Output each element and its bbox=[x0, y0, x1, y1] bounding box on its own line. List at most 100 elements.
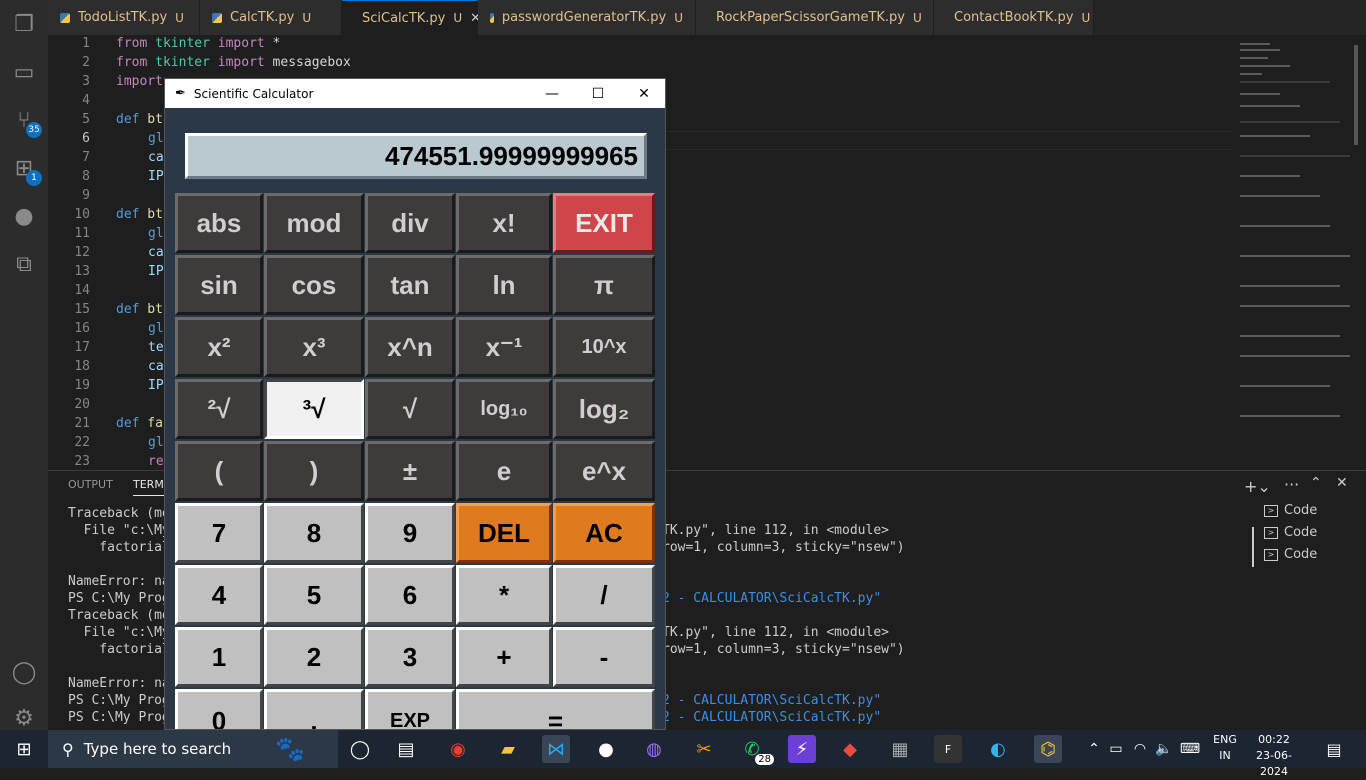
divide-button[interactable]: / bbox=[553, 565, 655, 625]
multiply-button[interactable]: * bbox=[456, 565, 552, 625]
abs-button[interactable]: abs bbox=[175, 193, 263, 253]
all-clear-button[interactable]: AC bbox=[553, 503, 655, 563]
task-manager-icon[interactable]: ▦ bbox=[886, 735, 914, 763]
digit-1-button[interactable]: 1 bbox=[175, 627, 263, 687]
subtract-button[interactable]: - bbox=[553, 627, 655, 687]
window-titlebar[interactable]: ✒ Scientific Calculator — ☐ ✕ bbox=[165, 79, 665, 108]
close-icon[interactable]: ✕ bbox=[621, 79, 665, 108]
maximize-icon[interactable]: ☐ bbox=[575, 79, 621, 108]
digit-0-button[interactable]: 0 bbox=[175, 689, 263, 729]
equals-button[interactable]: = bbox=[456, 689, 655, 729]
sin-button[interactable]: sin bbox=[175, 255, 263, 315]
task-view-icon[interactable]: ▤ bbox=[392, 735, 420, 763]
line-number: 19 bbox=[74, 378, 90, 393]
e-button[interactable]: e bbox=[456, 441, 552, 501]
tab-terminal[interactable]: TERMI bbox=[133, 478, 168, 496]
app-icon[interactable]: ✂ bbox=[690, 735, 718, 763]
volume-icon[interactable]: 🔈 bbox=[1150, 735, 1178, 763]
exp-button[interactable]: EXP bbox=[365, 689, 455, 729]
search-placeholder: Type here to search bbox=[83, 740, 232, 758]
terminal-list-item[interactable]: > Code bbox=[1264, 503, 1317, 518]
square-button[interactable]: x² bbox=[175, 317, 263, 377]
ten-power-button[interactable]: 10^x bbox=[553, 317, 655, 377]
remote-explorer-icon[interactable]: ▭ bbox=[8, 56, 40, 88]
digit-7-button[interactable]: 7 bbox=[175, 503, 263, 563]
tab-scicalc[interactable]: SciCalcTK.py U ✕ bbox=[342, 0, 481, 35]
file-explorer-icon[interactable]: ▰ bbox=[494, 735, 522, 763]
cos-button[interactable]: cos bbox=[264, 255, 364, 315]
e-power-button[interactable]: e^x bbox=[553, 441, 655, 501]
whatsapp-icon[interactable]: ✆ 28 bbox=[738, 735, 774, 765]
taskbar-search-box[interactable]: ⚲ Type here to search 🐾 bbox=[48, 730, 338, 768]
code-line: te bbox=[148, 340, 164, 355]
square-root-button[interactable]: ²√ bbox=[175, 379, 263, 439]
docker-icon[interactable]: ⧉ bbox=[8, 248, 40, 280]
digit-2-button[interactable]: 2 bbox=[264, 627, 364, 687]
cube-root-button[interactable]: ³√ bbox=[264, 379, 364, 439]
factorial-button[interactable]: x! bbox=[456, 193, 552, 253]
tab-rock-paper-scissor[interactable]: RockPaperScissorGameTK.py U bbox=[696, 0, 934, 35]
vscode-icon[interactable]: ⋈ bbox=[542, 735, 570, 763]
root-button[interactable]: √ bbox=[365, 379, 455, 439]
add-button[interactable]: + bbox=[456, 627, 552, 687]
log2-button[interactable]: log₂ bbox=[553, 379, 655, 439]
more-actions-icon[interactable]: ··· bbox=[1284, 475, 1299, 494]
digit-8-button[interactable]: 8 bbox=[264, 503, 364, 563]
power-automate-icon[interactable]: ⚡ bbox=[788, 735, 816, 763]
edge-icon[interactable]: ◐ bbox=[984, 735, 1012, 763]
open-paren-button[interactable]: ( bbox=[175, 441, 263, 501]
tab-calc[interactable]: CalcTK.py U bbox=[200, 0, 342, 35]
app-f-icon[interactable]: F bbox=[934, 735, 962, 763]
calculator-display[interactable]: 474551.99999999965 bbox=[185, 133, 647, 179]
account-icon[interactable]: ◯ bbox=[8, 656, 40, 688]
github-icon[interactable]: ◍ bbox=[640, 735, 668, 763]
tab-todolist[interactable]: TodoListTK.py U bbox=[48, 0, 200, 35]
plus-minus-button[interactable]: ± bbox=[365, 441, 455, 501]
github-icon[interactable]: ● bbox=[8, 200, 40, 232]
pi-button[interactable]: π bbox=[553, 255, 655, 315]
source-control-icon[interactable]: ⑂ 35 bbox=[8, 104, 42, 138]
decimal-button[interactable]: . bbox=[264, 689, 364, 729]
extensions-icon[interactable]: ⊞ 1 bbox=[8, 152, 42, 186]
div-button[interactable]: div bbox=[365, 193, 455, 253]
maximize-panel-icon[interactable]: ⌃ bbox=[1310, 475, 1322, 491]
tan-button[interactable]: tan bbox=[365, 255, 455, 315]
terminal-line: PS C:\My Progr bbox=[68, 710, 178, 725]
terminal-list-item[interactable]: > Code bbox=[1264, 525, 1317, 540]
digit-6-button[interactable]: 6 bbox=[365, 565, 455, 625]
cortana-icon[interactable]: ◯ bbox=[346, 735, 374, 763]
power-button[interactable]: x^n bbox=[365, 317, 455, 377]
exit-button[interactable]: EXIT bbox=[553, 193, 655, 253]
minimap[interactable] bbox=[1236, 35, 1358, 465]
language-indicator[interactable]: ENG IN bbox=[1208, 732, 1242, 764]
chrome-icon[interactable]: ◉ bbox=[444, 735, 472, 763]
tab-contact-book[interactable]: ContactBookTK.py U bbox=[934, 0, 1094, 35]
delete-button[interactable]: DEL bbox=[456, 503, 552, 563]
close-paren-button[interactable]: ) bbox=[264, 441, 364, 501]
python-icon[interactable]: ⌬ bbox=[1034, 735, 1062, 763]
notifications-icon[interactable]: ▤ bbox=[1320, 735, 1348, 763]
close-panel-icon[interactable]: ✕ bbox=[1336, 475, 1348, 491]
github-desktop-icon[interactable]: ● bbox=[592, 735, 620, 763]
clock[interactable]: 00:22 23-06-2024 bbox=[1250, 732, 1298, 780]
ln-button[interactable]: ln bbox=[456, 255, 552, 315]
explorer-icon[interactable]: ❐ bbox=[8, 8, 40, 40]
keyboard-icon[interactable]: ⌨ bbox=[1176, 735, 1204, 763]
terminal-list-item[interactable]: > Code bbox=[1264, 547, 1317, 562]
tab-output[interactable]: OUTPUT bbox=[68, 478, 113, 491]
digit-9-button[interactable]: 9 bbox=[365, 503, 455, 563]
minimap-slider[interactable] bbox=[1354, 45, 1358, 145]
digit-5-button[interactable]: 5 bbox=[264, 565, 364, 625]
new-terminal-icon[interactable]: +⌄ bbox=[1244, 477, 1271, 496]
digit-4-button[interactable]: 4 bbox=[175, 565, 263, 625]
minimize-icon[interactable]: — bbox=[529, 79, 575, 108]
mod-button[interactable]: mod bbox=[264, 193, 364, 253]
windows-start-icon[interactable]: ⊞ bbox=[10, 735, 38, 763]
digit-3-button[interactable]: 3 bbox=[365, 627, 455, 687]
git-client-icon[interactable]: ◆ bbox=[836, 735, 864, 763]
terminal-name: Code bbox=[1284, 547, 1318, 562]
log10-button[interactable]: log₁₀ bbox=[456, 379, 552, 439]
tab-password-generator[interactable]: passwordGeneratorTK.py U bbox=[478, 0, 696, 35]
cube-button[interactable]: x³ bbox=[264, 317, 364, 377]
reciprocal-button[interactable]: x⁻¹ bbox=[456, 317, 552, 377]
